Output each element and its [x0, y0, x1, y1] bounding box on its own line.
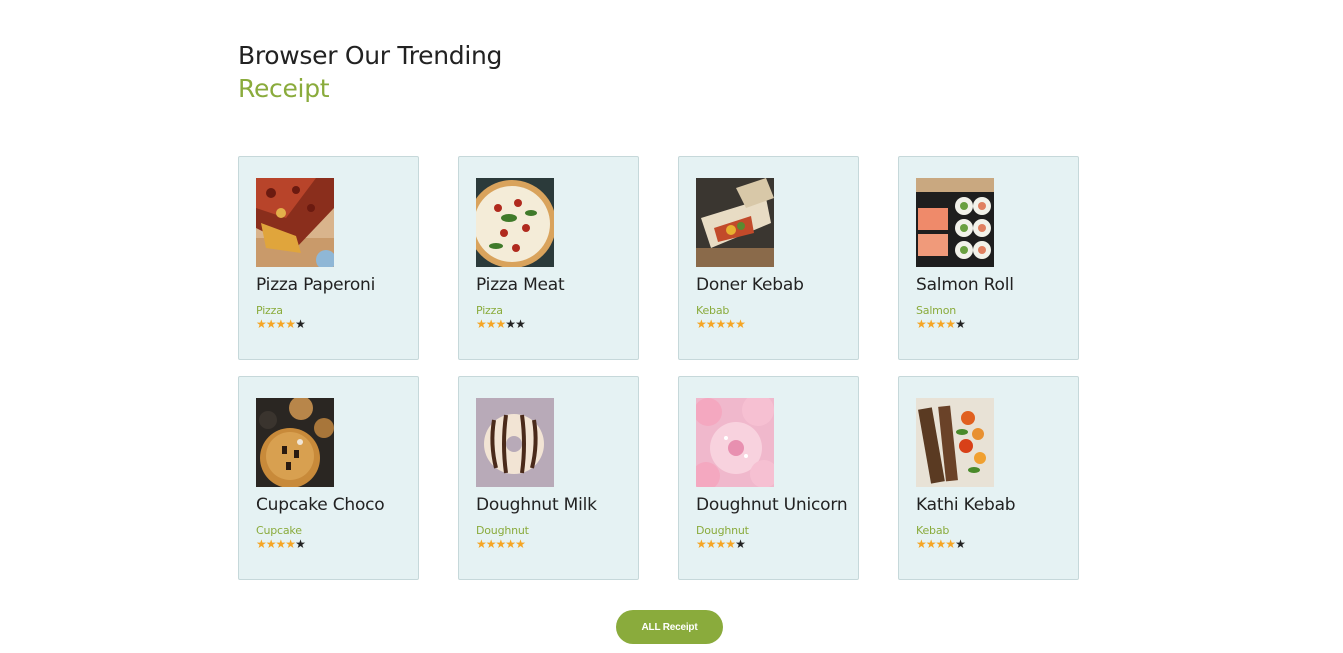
rating-stars: ★★★★★	[916, 318, 1078, 330]
star-filled-icon: ★	[265, 317, 277, 331]
star-filled-icon: ★	[485, 537, 497, 551]
rating-stars: ★★★★★	[256, 538, 418, 550]
star-filled-icon: ★	[705, 537, 717, 551]
star-filled-icon: ★	[945, 537, 956, 551]
recipe-category: Salmon	[916, 304, 956, 317]
recipe-grid: Pizza Paperoni Pizza ★★★★★ Pizza Meat Pizza…	[238, 156, 1079, 580]
star-filled-icon: ★	[515, 537, 526, 551]
rating-stars: ★★★★★	[256, 318, 418, 330]
recipe-name: Cupcake Choco	[256, 495, 385, 515]
star-empty-icon: ★	[735, 537, 746, 551]
pizza-meat-image	[476, 178, 554, 267]
recipe-name: Doughnut Milk	[476, 495, 597, 515]
star-empty-icon: ★	[295, 537, 306, 551]
pizza-pepperoni-image	[256, 178, 334, 267]
star-filled-icon: ★	[945, 317, 956, 331]
recipe-name: Salmon Roll	[916, 275, 1014, 295]
star-empty-icon: ★	[505, 317, 516, 331]
recipe-name: Pizza Meat	[476, 275, 565, 295]
recipe-card[interactable]: Doughnut Unicorn Doughnut ★★★★★	[678, 376, 859, 580]
recipe-card[interactable]: Pizza Meat Pizza ★★★★★	[458, 156, 639, 360]
star-empty-icon: ★	[295, 317, 306, 331]
recipe-name: Doughnut Unicorn	[696, 495, 848, 515]
star-filled-icon: ★	[925, 537, 937, 551]
salmon-roll-image	[916, 178, 994, 267]
recipe-card[interactable]: Pizza Paperoni Pizza ★★★★★	[238, 156, 419, 360]
recipe-category: Doughnut	[476, 524, 529, 537]
star-empty-icon: ★	[515, 317, 526, 331]
star-filled-icon: ★	[275, 317, 287, 331]
recipe-category: Pizza	[476, 304, 503, 317]
star-filled-icon: ★	[735, 317, 746, 331]
recipe-name: Kathi Kebab	[916, 495, 1016, 515]
rating-stars: ★★★★★	[476, 538, 638, 550]
star-filled-icon: ★	[485, 317, 497, 331]
star-filled-icon: ★	[265, 537, 277, 551]
star-filled-icon: ★	[285, 317, 296, 331]
all-receipt-button[interactable]: ALL Receipt	[616, 610, 723, 644]
star-filled-icon: ★	[495, 317, 507, 331]
recipe-card[interactable]: Cupcake Choco Cupcake ★★★★★	[238, 376, 419, 580]
rating-stars: ★★★★★	[916, 538, 1078, 550]
recipe-card[interactable]: Kathi Kebab Kebab ★★★★★	[898, 376, 1079, 580]
star-filled-icon: ★	[935, 537, 947, 551]
star-empty-icon: ★	[955, 537, 966, 551]
star-filled-icon: ★	[916, 317, 927, 331]
star-filled-icon: ★	[925, 317, 937, 331]
recipe-category: Cupcake	[256, 524, 302, 537]
star-filled-icon: ★	[715, 317, 727, 331]
star-filled-icon: ★	[725, 317, 736, 331]
recipe-name: Doner Kebab	[696, 275, 804, 295]
star-filled-icon: ★	[476, 317, 487, 331]
doughnut-unicorn-image	[696, 398, 774, 487]
rating-stars: ★★★★★	[696, 538, 858, 550]
section-heading: Browser Our Trending Receipt	[238, 40, 502, 106]
recipe-name: Pizza Paperoni	[256, 275, 376, 295]
cupcake-choco-image	[256, 398, 334, 487]
star-empty-icon: ★	[955, 317, 966, 331]
recipe-category: Doughnut	[696, 524, 749, 537]
star-filled-icon: ★	[505, 537, 516, 551]
star-filled-icon: ★	[935, 317, 947, 331]
star-filled-icon: ★	[696, 317, 707, 331]
heading-subtitle: Receipt	[238, 74, 330, 103]
trending-recipes-page: Browser Our Trending Receipt Pizza Paper…	[0, 0, 1343, 653]
star-filled-icon: ★	[725, 537, 736, 551]
star-filled-icon: ★	[916, 537, 927, 551]
rating-stars: ★★★★★	[476, 318, 638, 330]
recipe-card[interactable]: Doughnut Milk Doughnut ★★★★★	[458, 376, 639, 580]
recipe-card[interactable]: Doner Kebab Kebab ★★★★★	[678, 156, 859, 360]
heading-title: Browser Our Trending	[238, 41, 503, 70]
star-filled-icon: ★	[495, 537, 507, 551]
star-filled-icon: ★	[256, 317, 267, 331]
recipe-category: Pizza	[256, 304, 283, 317]
kathi-kebab-image	[916, 398, 994, 487]
recipe-category: Kebab	[916, 524, 950, 537]
star-filled-icon: ★	[285, 537, 296, 551]
star-filled-icon: ★	[696, 537, 707, 551]
star-filled-icon: ★	[476, 537, 487, 551]
recipe-category: Kebab	[696, 304, 730, 317]
rating-stars: ★★★★★	[696, 318, 858, 330]
recipe-card[interactable]: Salmon Roll Salmon ★★★★★	[898, 156, 1079, 360]
star-filled-icon: ★	[256, 537, 267, 551]
star-filled-icon: ★	[705, 317, 717, 331]
doughnut-milk-image	[476, 398, 554, 487]
star-filled-icon: ★	[715, 537, 727, 551]
doner-kebab-image	[696, 178, 774, 267]
star-filled-icon: ★	[275, 537, 287, 551]
